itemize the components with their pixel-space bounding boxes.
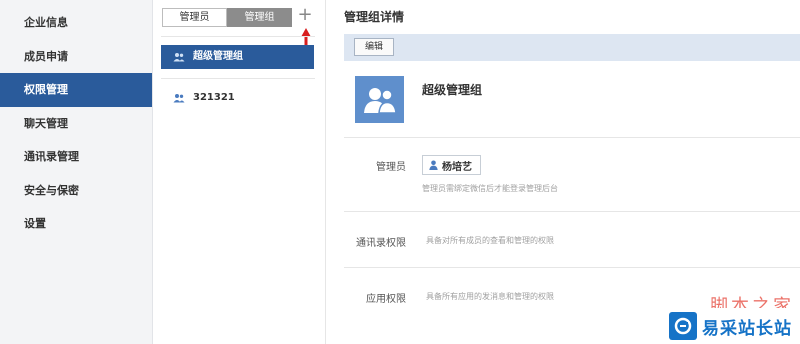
tab-bar: 管理员 管理组 — [162, 8, 292, 27]
admin-field-label: 管理员 — [376, 162, 406, 173]
contacts-permission-hint: 具备对所有成员的查看和管理的权限 — [426, 236, 554, 245]
user-icon — [429, 160, 438, 170]
group-item-321321[interactable]: 321321 — [161, 86, 314, 110]
sidebar-item-enterprise-info[interactable]: 企业信息 — [0, 6, 152, 40]
site-name: 易采站长站 — [702, 318, 792, 339]
app-permission-hint: 具备所有应用的发消息和管理的权限 — [426, 292, 554, 301]
app-permission-label: 应用权限 — [366, 294, 406, 305]
tab-admin-groups[interactable]: 管理组 — [227, 8, 292, 27]
group-list-panel: 管理员 管理组 + 超级管理组 321321 — [153, 0, 326, 344]
tab-admins[interactable]: 管理员 — [162, 8, 227, 27]
group-item-label: 超级管理组 — [193, 51, 243, 62]
divider — [344, 267, 800, 268]
admin-chip[interactable]: 杨培艺 — [422, 155, 481, 175]
sidebar-item-chat-management[interactable]: 聊天管理 — [0, 107, 152, 141]
add-group-button[interactable]: + — [297, 4, 313, 26]
group-item-label: 321321 — [193, 92, 235, 103]
divider — [344, 211, 800, 212]
toolbar: 编辑 — [344, 34, 800, 61]
group-icon — [173, 93, 185, 103]
group-icon — [363, 87, 397, 114]
sidebar-nav: 企业信息 成员申请 权限管理 聊天管理 通讯录管理 安全与保密 设置 — [0, 0, 152, 241]
group-item-super-admin[interactable]: 超级管理组 — [161, 45, 314, 69]
divider — [344, 137, 800, 138]
sidebar: 企业信息 成员申请 权限管理 聊天管理 通讯录管理 安全与保密 设置 — [0, 0, 153, 344]
site-logo-icon — [669, 312, 697, 340]
group-avatar — [355, 76, 404, 123]
contacts-permission-label: 通讯录权限 — [356, 238, 406, 249]
edit-button[interactable]: 编辑 — [354, 38, 394, 56]
divider — [161, 36, 315, 37]
group-icon — [173, 52, 185, 62]
admin-hint: 管理员需绑定微信后才能登录管理后台 — [422, 184, 558, 193]
sidebar-item-contacts-management[interactable]: 通讯录管理 — [0, 140, 152, 174]
sidebar-item-permissions[interactable]: 权限管理 — [0, 73, 152, 107]
admin-name: 杨培艺 — [442, 161, 472, 173]
group-name: 超级管理组 — [422, 83, 483, 97]
sidebar-item-security[interactable]: 安全与保密 — [0, 174, 152, 208]
page-title: 管理组详情 — [344, 10, 405, 24]
sidebar-item-settings[interactable]: 设置 — [0, 207, 152, 241]
sidebar-item-member-requests[interactable]: 成员申请 — [0, 40, 152, 74]
divider — [161, 78, 315, 79]
watermark-logo: 易采站长站 — [665, 308, 800, 344]
